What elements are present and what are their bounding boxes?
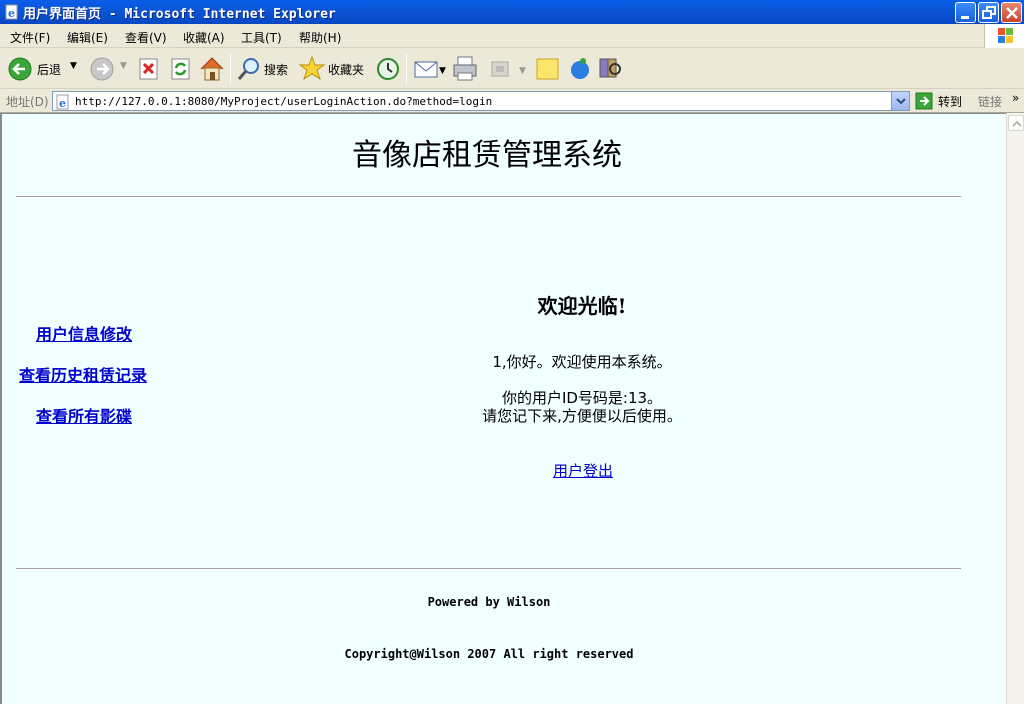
mail-icon: ▼ [414,61,446,78]
toolbar-separator [406,54,407,84]
favorites-icon [298,55,326,81]
nav-link-rental-history[interactable]: 查看历史租赁记录 [19,362,147,386]
back-label: 后退 [37,63,62,77]
stop-button[interactable] [136,53,162,85]
address-bar: 地址(D) e http://127.0.0.1:8080/MyProject/… [0,89,1024,113]
nav-link-edit-user-info[interactable]: 用户信息修改 [36,321,132,345]
ie-page-icon: e [5,4,18,20]
print-icon [453,56,477,81]
toolbar-separator [230,54,231,84]
browser-window: e 用户界面首页 - Microsoft Internet Explorer 文… [0,0,1024,704]
back-button[interactable]: 后退 ▼ [6,53,82,85]
refresh-icon [171,58,190,80]
page-content: 音像店租赁管理系统 用户信息修改 查看历史租赁记录 查看所有影碟 欢迎光临! 1… [0,113,1006,704]
minimize-icon [961,16,969,19]
menu-help[interactable]: 帮助(H) [299,29,341,46]
links-button[interactable]: 链接 [978,93,1002,110]
address-label: 地址(D) [6,95,49,109]
search-button[interactable]: 搜索 [236,53,292,85]
messenger-icon [571,58,589,79]
go-arrow-icon [915,92,933,110]
back-icon [8,57,32,81]
svg-text:e: e [59,97,66,110]
menu-bar: 文件(F) 编辑(E) 查看(V) 收藏(A) 工具(T) 帮助(H) [0,24,1024,48]
title-bar[interactable]: e 用户界面首页 - Microsoft Internet Explorer [0,0,1024,24]
copyright-text: Copyright@Wilson 2007 All right reserved [344,647,634,661]
menu-favorites[interactable]: 收藏(A) [183,29,225,46]
menu-edit[interactable]: 编辑(E) [67,29,108,46]
address-url[interactable]: http://127.0.0.1:8080/MyProject/userLogi… [75,95,492,108]
address-input[interactable]: e http://127.0.0.1:8080/MyProject/userLo… [52,91,910,111]
remember-text: 请您记下来,方便便以后使用。 [482,407,682,425]
toolbar: 后退 ▼ ▼ 搜索 收藏夹 ▼ ▼ [0,49,1024,89]
powered-by-text: Powered by Wilson [427,595,551,609]
favorites-label: 收藏夹 [328,63,365,77]
forward-icon [90,57,114,81]
history-button[interactable] [374,53,402,85]
welcome-heading: 欢迎光临! [537,294,627,318]
go-label: 转到 [938,95,963,109]
home-icon [200,57,224,81]
home-button[interactable] [198,53,226,85]
nav-link-all-discs[interactable]: 查看所有影碟 [36,403,132,427]
page-title: 音像店租赁管理系统 [352,138,622,173]
print-button[interactable] [450,53,480,85]
chevron-right-icon[interactable]: » [1012,91,1019,105]
favorites-button[interactable]: 收藏夹 [298,53,370,85]
edit-button[interactable]: ▼ [486,53,530,85]
window-title: 用户界面首页 - Microsoft Internet Explorer [23,7,336,22]
close-icon [1006,7,1018,19]
note-button[interactable] [534,53,562,85]
scroll-up-button[interactable] [1008,115,1024,131]
vertical-scrollbar[interactable] [1006,113,1024,704]
menu-tools[interactable]: 工具(T) [241,29,282,46]
back-dropdown-icon[interactable]: ▼ [70,61,77,71]
research-icon [599,58,621,78]
restore-button[interactable] [978,2,999,23]
restore-icon [982,6,996,19]
svg-text:▼: ▼ [519,66,526,76]
mail-button[interactable]: ▼ [412,53,448,85]
greeting-text: 1,你好。欢迎使用本系统。 [492,353,672,371]
menu-file[interactable]: 文件(F) [10,29,50,46]
address-dropdown-button[interactable] [891,92,909,110]
edit-icon: ▼ [491,61,526,77]
menu-view[interactable]: 查看(V) [125,29,167,46]
logout-link[interactable]: 用户登出 [553,460,613,481]
minimize-button[interactable] [955,2,976,23]
windows-logo-icon [984,24,1024,48]
note-icon [536,58,559,80]
forward-button[interactable]: ▼ [88,53,128,85]
stop-icon [139,58,158,80]
history-icon [377,58,399,80]
close-button[interactable] [1001,2,1022,23]
messenger-button[interactable] [566,53,594,85]
research-button[interactable] [596,53,624,85]
refresh-button[interactable] [168,53,194,85]
chevron-down-icon [896,98,906,105]
go-button[interactable]: 转到 [914,91,970,111]
chevron-up-icon [1012,120,1022,127]
svg-text:▼: ▼ [439,66,446,76]
search-label: 搜索 [264,63,289,77]
forward-dropdown-icon[interactable]: ▼ [120,61,127,71]
bottom-divider [16,568,961,570]
svg-text:e: e [8,7,15,20]
top-divider [16,196,961,198]
ie-page-icon: e [56,94,69,110]
search-icon [237,58,259,80]
